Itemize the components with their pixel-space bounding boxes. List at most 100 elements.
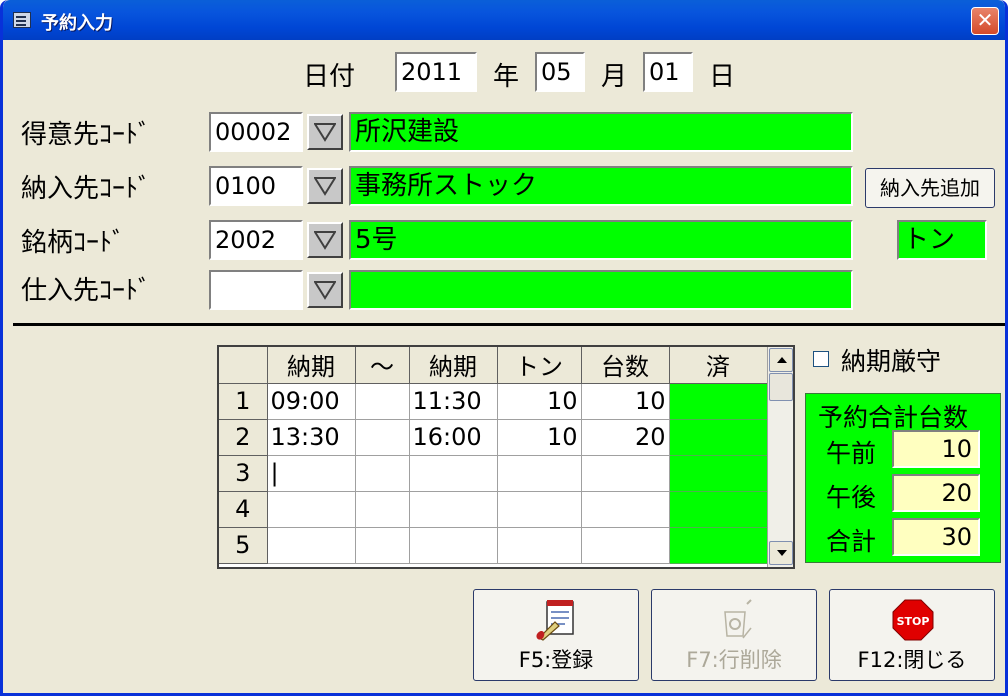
cell-ton[interactable]: 10 (497, 419, 582, 456)
add-destination-button[interactable]: 納入先追加 (865, 168, 995, 208)
am-total-field: 10 (892, 430, 980, 468)
supplier-name-display (349, 270, 853, 310)
header-delivery-start[interactable]: 納期 (267, 347, 356, 384)
product-dropdown-button[interactable] (307, 222, 343, 258)
deadline-checkbox[interactable] (813, 351, 829, 367)
notepad-pen-icon (536, 600, 574, 641)
grid-corner (219, 347, 268, 384)
header-count[interactable]: 台数 (581, 347, 670, 384)
cell-ton[interactable] (497, 527, 582, 564)
supplier-dropdown-button[interactable] (307, 272, 343, 308)
delete-row-button-label: F7:行削除 (686, 648, 782, 672)
cell-ton[interactable] (497, 491, 582, 528)
supplier-code-field[interactable] (209, 270, 303, 310)
cell-tilde[interactable] (355, 491, 410, 528)
day-field[interactable]: 01 (643, 52, 693, 92)
register-button-label: F5:登録 (518, 648, 594, 672)
cell-done[interactable] (669, 383, 768, 420)
cell-start[interactable] (267, 527, 356, 564)
product-code-label: 銘柄ｺｰﾄﾞ (21, 228, 126, 258)
deadline-checkbox-label[interactable]: 納期厳守 (841, 342, 941, 378)
reservation-input-window: 予約入力 ✕ 日付 2011 年 05 月 01 日 得意先ｺｰﾄﾞ 00002… (0, 0, 1008, 696)
grand-total-field: 30 (892, 518, 980, 556)
title-bar[interactable]: 予約入力 ✕ (3, 0, 1005, 40)
scroll-up-icon[interactable] (769, 348, 793, 372)
cell-done[interactable] (669, 455, 768, 492)
reservation-total-panel: 予約合計台数 午前 10 午後 20 合計 30 (805, 393, 1001, 563)
cell-tilde[interactable] (355, 527, 410, 564)
table-row[interactable]: 3 | (219, 455, 768, 492)
header-ton[interactable]: トン (497, 347, 582, 384)
header-delivery-end[interactable]: 納期 (409, 347, 498, 384)
register-button[interactable]: F5:登録 (473, 589, 639, 681)
row-number: 3 (219, 455, 268, 492)
customer-code-label: 得意先ｺｰﾄﾞ (21, 120, 152, 150)
cell-start[interactable]: | (267, 455, 356, 492)
app-icon (13, 12, 31, 28)
grid-header-row: 納期 〜 納期 トン 台数 済 (219, 347, 768, 384)
schedule-grid[interactable]: 納期 〜 納期 トン 台数 済 1 09:00 11:30 10 10 2 13… (217, 345, 795, 569)
cell-ton[interactable] (497, 455, 582, 492)
year-suffix: 年 (493, 62, 520, 92)
cell-end[interactable] (409, 527, 498, 564)
month-field[interactable]: 05 (535, 52, 585, 92)
year-field[interactable]: 2011 (395, 52, 477, 92)
row-number: 5 (219, 527, 268, 564)
product-code-field[interactable]: 2002 (209, 220, 303, 260)
header-tilde[interactable]: 〜 (355, 347, 410, 384)
cell-tilde[interactable] (355, 383, 410, 420)
close-window-button[interactable]: ✕ (971, 7, 999, 35)
cell-done[interactable] (669, 491, 768, 528)
summary-title: 予約合計台数 (818, 403, 969, 432)
customer-dropdown-button[interactable] (307, 114, 343, 150)
cell-start[interactable] (267, 491, 356, 528)
pm-label: 午後 (826, 483, 877, 512)
cell-count[interactable] (581, 527, 670, 564)
grid-scrollbar[interactable] (767, 347, 793, 567)
cell-count[interactable] (581, 455, 670, 492)
scroll-down-icon[interactable] (769, 541, 793, 565)
destination-name-display: 事務所ストック (349, 166, 853, 206)
scroll-thumb[interactable] (769, 373, 793, 401)
stop-sign-text: STOP (897, 615, 930, 628)
cell-tilde[interactable] (355, 455, 410, 492)
cell-count[interactable] (581, 491, 670, 528)
destination-code-label: 納入先ｺｰﾄﾞ (21, 174, 152, 204)
customer-code-field[interactable]: 00002 (209, 112, 303, 152)
close-button-label: F12:閉じる (857, 648, 967, 672)
month-suffix: 月 (601, 62, 628, 92)
cell-ton[interactable]: 10 (497, 383, 582, 420)
table-row[interactable]: 5 (219, 527, 768, 564)
table-row[interactable]: 4 (219, 491, 768, 528)
cell-start[interactable]: 13:30 (267, 419, 356, 456)
cell-count[interactable]: 10 (581, 383, 670, 420)
total-label: 合計 (826, 527, 877, 556)
cell-done[interactable] (669, 419, 768, 456)
destination-dropdown-button[interactable] (307, 168, 343, 204)
dropdown-triangle-icon (314, 177, 336, 196)
dropdown-triangle-icon (314, 123, 336, 142)
row-number: 2 (219, 419, 268, 456)
row-number: 4 (219, 491, 268, 528)
unit-display: トン (897, 220, 987, 260)
dropdown-triangle-icon (314, 281, 336, 300)
destination-code-field[interactable]: 0100 (209, 166, 303, 206)
section-divider (13, 323, 1005, 326)
cell-end[interactable]: 16:00 (409, 419, 498, 456)
cell-start[interactable]: 09:00 (267, 383, 356, 420)
delete-row-button[interactable]: F7:行削除 (651, 589, 817, 681)
close-button[interactable]: STOP F12:閉じる (829, 589, 995, 681)
window-title: 予約入力 (41, 13, 113, 34)
cell-done[interactable] (669, 527, 768, 564)
pm-total-field: 20 (892, 474, 980, 512)
product-name-display: 5号 (349, 220, 853, 260)
cell-count[interactable]: 20 (581, 419, 670, 456)
table-row[interactable]: 2 13:30 16:00 10 20 (219, 419, 768, 456)
cell-end[interactable] (409, 491, 498, 528)
cell-end[interactable] (409, 455, 498, 492)
cell-tilde[interactable] (355, 419, 410, 456)
header-done[interactable]: 済 (669, 347, 768, 384)
cell-end[interactable]: 11:30 (409, 383, 498, 420)
row-number: 1 (219, 383, 268, 420)
table-row[interactable]: 1 09:00 11:30 10 10 (219, 383, 768, 420)
